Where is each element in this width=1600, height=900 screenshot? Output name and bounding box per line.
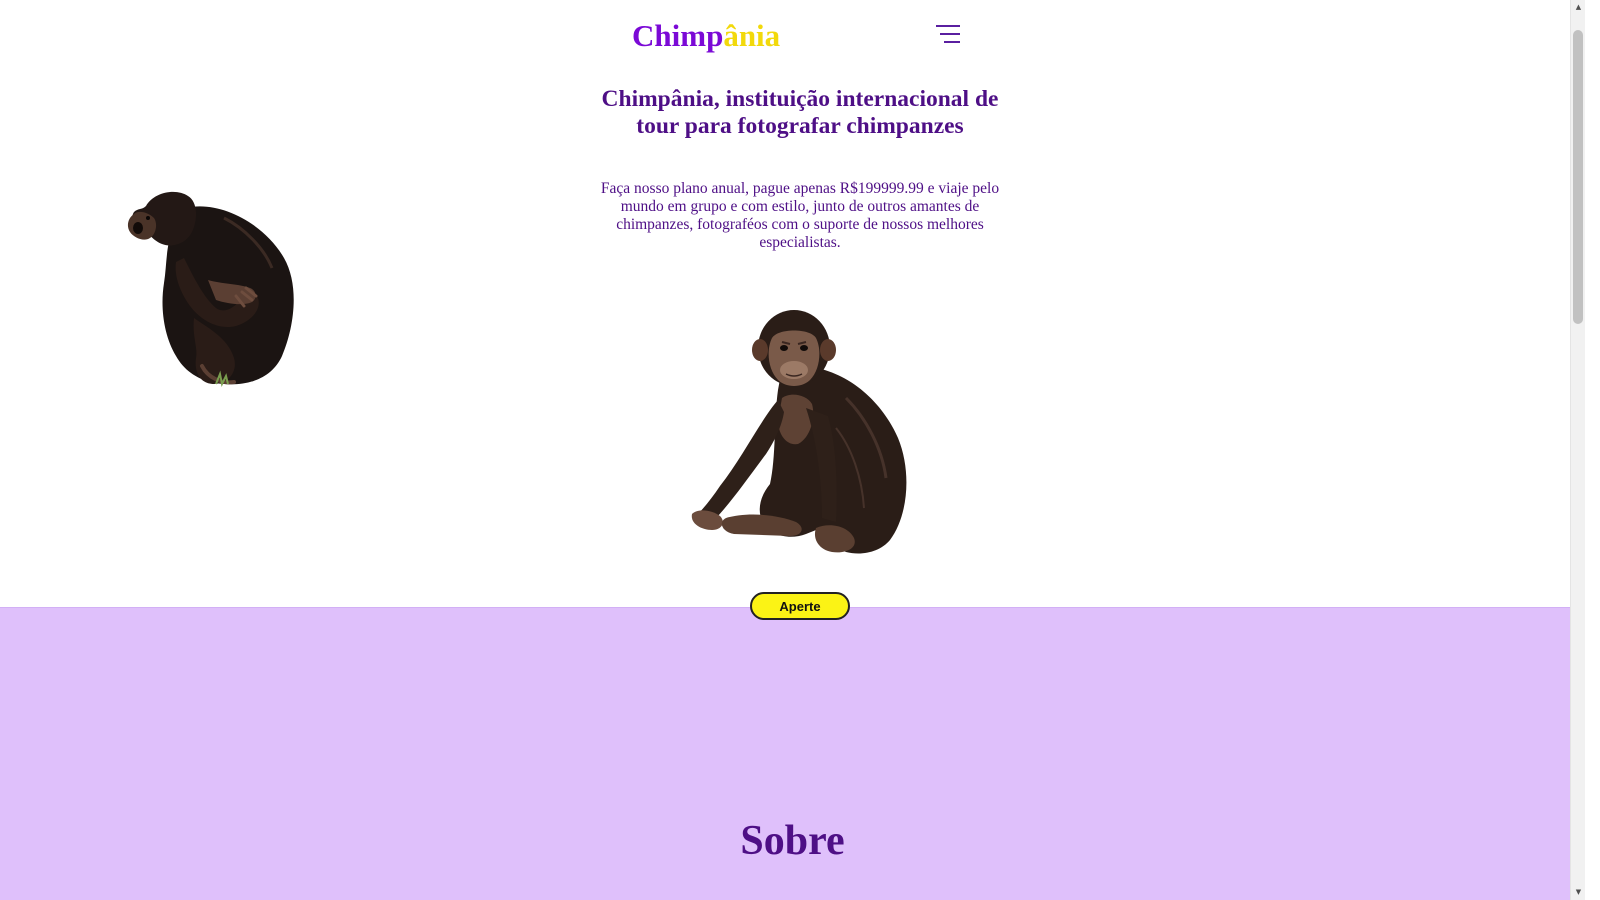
menu-line bbox=[944, 41, 960, 43]
vertical-scrollbar[interactable]: ▲ ▼ bbox=[1570, 0, 1585, 900]
logo-text-accent: ânia bbox=[723, 18, 781, 53]
scroll-up-arrow-icon[interactable]: ▲ bbox=[1571, 0, 1585, 15]
about-title: Sobre bbox=[740, 818, 845, 864]
scrollbar-thumb[interactable] bbox=[1573, 30, 1583, 324]
hero-title: Chimpânia, instituição internacional de … bbox=[601, 86, 999, 139]
menu-line bbox=[940, 33, 960, 35]
hamburger-menu-icon[interactable] bbox=[936, 24, 960, 46]
logo-text-primary: Chimp bbox=[632, 18, 724, 53]
cta-button[interactable]: Aperte bbox=[750, 592, 850, 620]
brand-logo[interactable]: Chimpânia bbox=[632, 14, 780, 58]
chimpanzee-crouching-image bbox=[127, 191, 294, 388]
menu-line bbox=[936, 25, 960, 27]
page: Chimpânia Chimpânia, instituição interna… bbox=[0, 0, 1585, 900]
about-section: Sobre bbox=[0, 607, 1585, 900]
scroll-down-arrow-icon[interactable]: ▼ bbox=[1571, 885, 1585, 900]
hero-description: Faça nosso plano anual, pague apenas R$1… bbox=[600, 180, 1000, 251]
chimpanzee-sitting-image bbox=[691, 310, 907, 554]
